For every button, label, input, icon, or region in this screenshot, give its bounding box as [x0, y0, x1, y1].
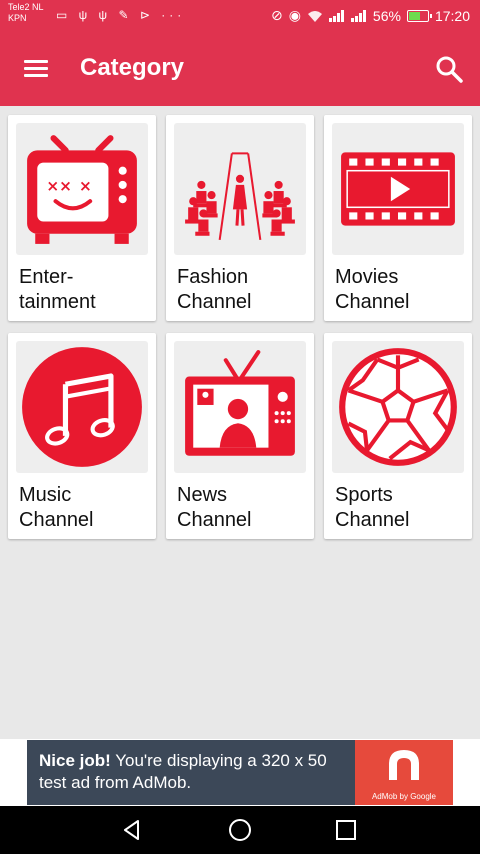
category-thumbnail: ×× ×: [16, 123, 148, 255]
ad-headline: Nice job!: [39, 751, 111, 770]
mute-icon: ⊘: [270, 7, 283, 23]
category-label: News Channel: [177, 484, 252, 531]
tv-face-icon: ×× ×: [27, 135, 137, 244]
category-label: Music Channel: [19, 484, 94, 531]
app-bar: Category: [0, 32, 480, 106]
signal-icon: [328, 9, 344, 22]
home-icon[interactable]: [226, 816, 254, 844]
category-label: Sports Channel: [335, 484, 410, 531]
film-play-icon: [341, 152, 455, 226]
svg-text:××: ××: [46, 177, 72, 195]
carrier-name: Tele2 NL: [8, 2, 44, 12]
admob-caption: AdMob by Google: [371, 792, 437, 801]
category-thumbnail: [174, 341, 306, 473]
search-icon[interactable]: [434, 54, 464, 84]
category-card-fashion[interactable]: Fashion Channel: [166, 115, 314, 321]
svg-text:×: ×: [79, 177, 92, 195]
notification-icons: ▭ ψ ψ ✎ ⊳ ···: [56, 8, 186, 22]
signal-icon-2: [350, 9, 366, 22]
eye-icon: ◉: [288, 7, 301, 23]
system-nav-bar: [0, 806, 480, 854]
runway-icon: [185, 152, 295, 240]
soccer-ball-icon: [339, 348, 457, 466]
wifi-icon: [307, 10, 322, 22]
news-tv-icon: [185, 350, 295, 456]
carrier-label: Tele2 NL KPN: [8, 2, 44, 24]
category-thumbnail: [174, 123, 306, 255]
system-icons: ⊘ ◉ 56% 17:20: [271, 7, 470, 24]
recents-icon[interactable]: [332, 816, 360, 844]
category-card-sports[interactable]: Sports Channel: [324, 333, 472, 539]
ad-container: Nice job! You're displaying a 320 x 50 t…: [0, 739, 480, 806]
admob-logo: AdMob by Google: [355, 740, 453, 805]
battery-percent: 56%: [372, 7, 401, 24]
status-bar: Tele2 NL KPN ▭ ψ ψ ✎ ⊳ ··· ⊘ ◉ 56% 17:20: [0, 0, 480, 32]
category-card-entertainment[interactable]: ×× × Enter- tainment: [8, 115, 156, 321]
category-thumbnail: [332, 123, 464, 255]
carrier-secondary: KPN: [8, 13, 27, 23]
category-card-news[interactable]: News Channel: [166, 333, 314, 539]
music-note-icon: [22, 347, 142, 467]
category-thumbnail: [332, 341, 464, 473]
admob-icon: [389, 750, 419, 780]
back-icon[interactable]: [118, 816, 146, 844]
category-label: Fashion Channel: [177, 266, 252, 313]
page-title: Category: [80, 54, 185, 81]
ad-banner[interactable]: Nice job! You're displaying a 320 x 50 t…: [27, 740, 453, 805]
category-label: Enter- tainment: [19, 266, 96, 313]
category-card-music[interactable]: Music Channel: [8, 333, 156, 539]
ad-text: Nice job! You're displaying a 320 x 50 t…: [39, 750, 349, 794]
clock: 17:20: [434, 7, 470, 24]
category-label: Movies Channel: [335, 266, 410, 313]
category-thumbnail: [16, 341, 148, 473]
battery-icon: [406, 9, 432, 22]
menu-icon[interactable]: [22, 56, 50, 82]
category-grid: ×× × Enter- tainment Fashion Channel Mov…: [8, 115, 472, 539]
category-card-movies[interactable]: Movies Channel: [324, 115, 472, 321]
